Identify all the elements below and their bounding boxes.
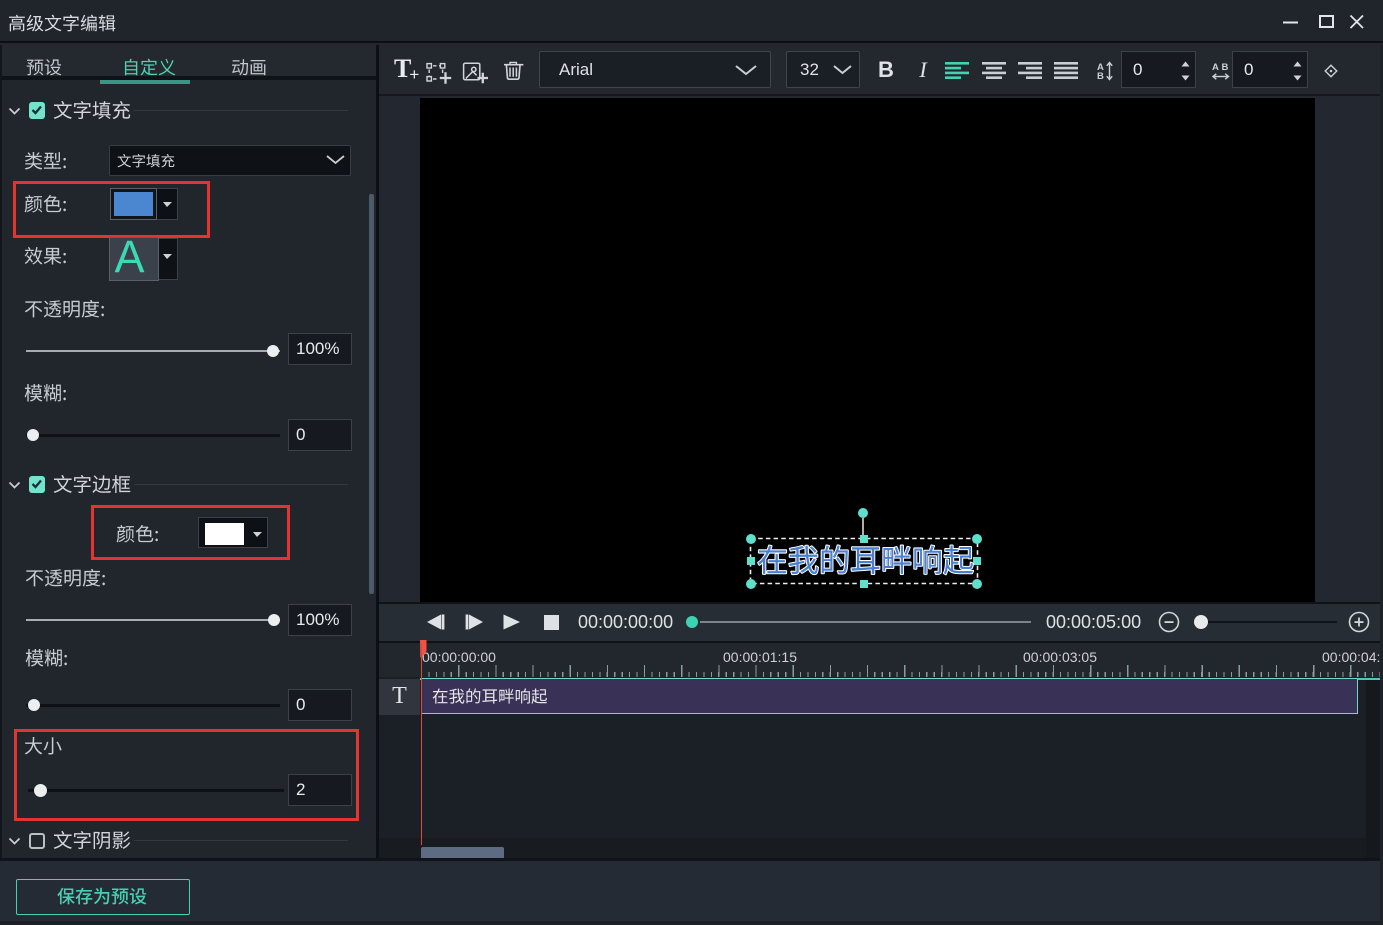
- svg-text:A: A: [1212, 62, 1219, 73]
- svg-text:B: B: [1222, 62, 1229, 73]
- svg-text:B: B: [1097, 71, 1104, 81]
